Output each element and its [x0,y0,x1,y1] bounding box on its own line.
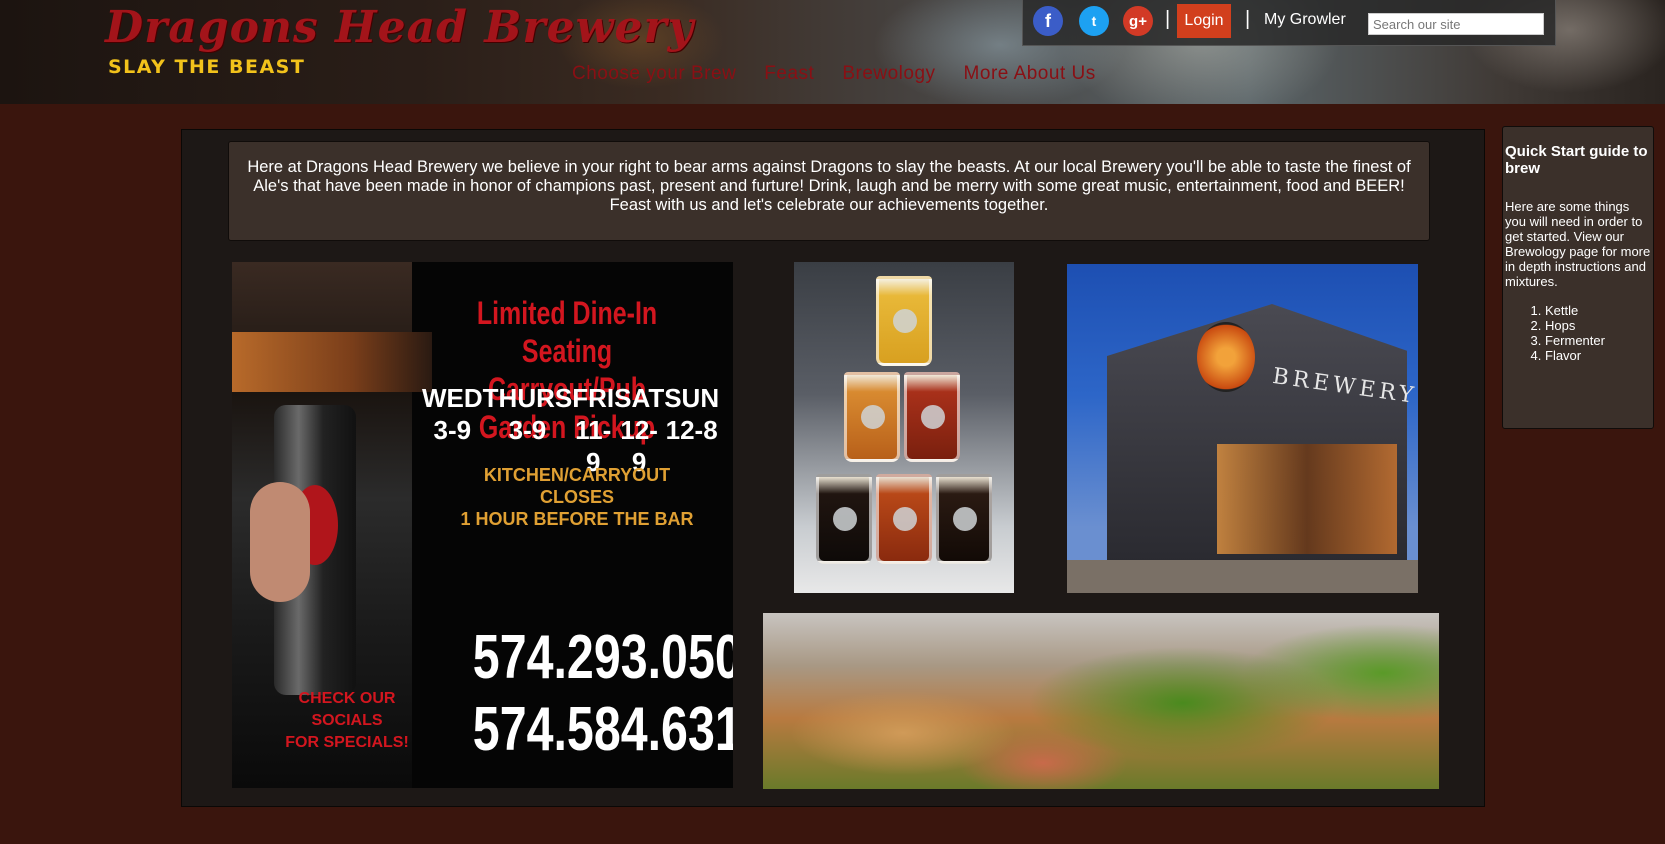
poster-kitchen-note: KITCHEN/CARRYOUT CLOSES 1 HOUR BEFORE TH… [460,465,694,529]
google-plus-icon[interactable]: g+ [1123,6,1153,36]
nav-more-about-us[interactable]: More About Us [964,63,1096,85]
pizza-image [763,613,1439,789]
beer-flight-image [794,262,1014,593]
poster-headline-1: Limited Dine-In Seating [476,295,658,369]
poster-phone-numbers: 574.293.0506 574.584.6310 [472,623,733,764]
login-button[interactable]: Login [1177,4,1231,38]
search-input[interactable] [1368,13,1544,35]
beer-glass [936,474,992,564]
twitter-icon[interactable]: t [1079,6,1109,36]
intro-text: Here at Dragons Head Brewery we believe … [228,141,1430,241]
top-utility-bar: f t g+ | Login | My Growler [1022,0,1556,46]
separator: | [1165,8,1171,30]
main-nav: Choose your Brew Feast Brewology More Ab… [572,63,1096,85]
beer-glass [904,372,960,462]
sidewalk [1067,560,1418,593]
beer-taps [232,332,432,392]
list-item: Fermenter [1545,333,1651,348]
poster-socials-note: CHECK OUR SOCIALS FOR SPECIALS! [285,690,409,751]
brand-tagline: SLAY THE BEAST [108,56,306,78]
list-item: Hops [1545,318,1651,333]
sidebar-text: Here are some things you will need in or… [1505,199,1651,289]
building-windows [1217,444,1397,554]
dragon-sign-icon [1197,322,1255,392]
nav-choose-your-brew[interactable]: Choose your Brew [572,63,736,85]
brand-logo-title[interactable]: Dragons Head Brewery [105,2,694,53]
nav-brewology[interactable]: Brewology [842,63,935,85]
my-growler-link[interactable]: My Growler [1264,11,1346,29]
list-item: Flavor [1545,348,1651,363]
nav-feast[interactable]: Feast [764,63,814,85]
site-header: Dragons Head Brewery SLAY THE BEAST Choo… [0,0,1665,104]
separator: | [1245,8,1251,30]
beer-glass [876,474,932,564]
beer-glass [844,372,900,462]
facebook-icon[interactable]: f [1033,6,1063,36]
main-content: Here at Dragons Head Brewery we believe … [181,129,1485,807]
sidebar-title: Quick Start guide to brew [1505,143,1648,177]
beer-glass [816,474,872,564]
beer-glass [876,276,932,366]
hours-poster-image: Limited Dine-In Seating Carryout/Pub Gar… [232,262,733,788]
brewery-building-image: BREWERY [1067,264,1418,593]
hand [250,482,310,602]
quick-start-sidebar: Quick Start guide to brew Here are some … [1502,126,1654,429]
list-item: Kettle [1545,303,1651,318]
sidebar-list: Kettle Hops Fermenter Flavor [1505,303,1651,363]
